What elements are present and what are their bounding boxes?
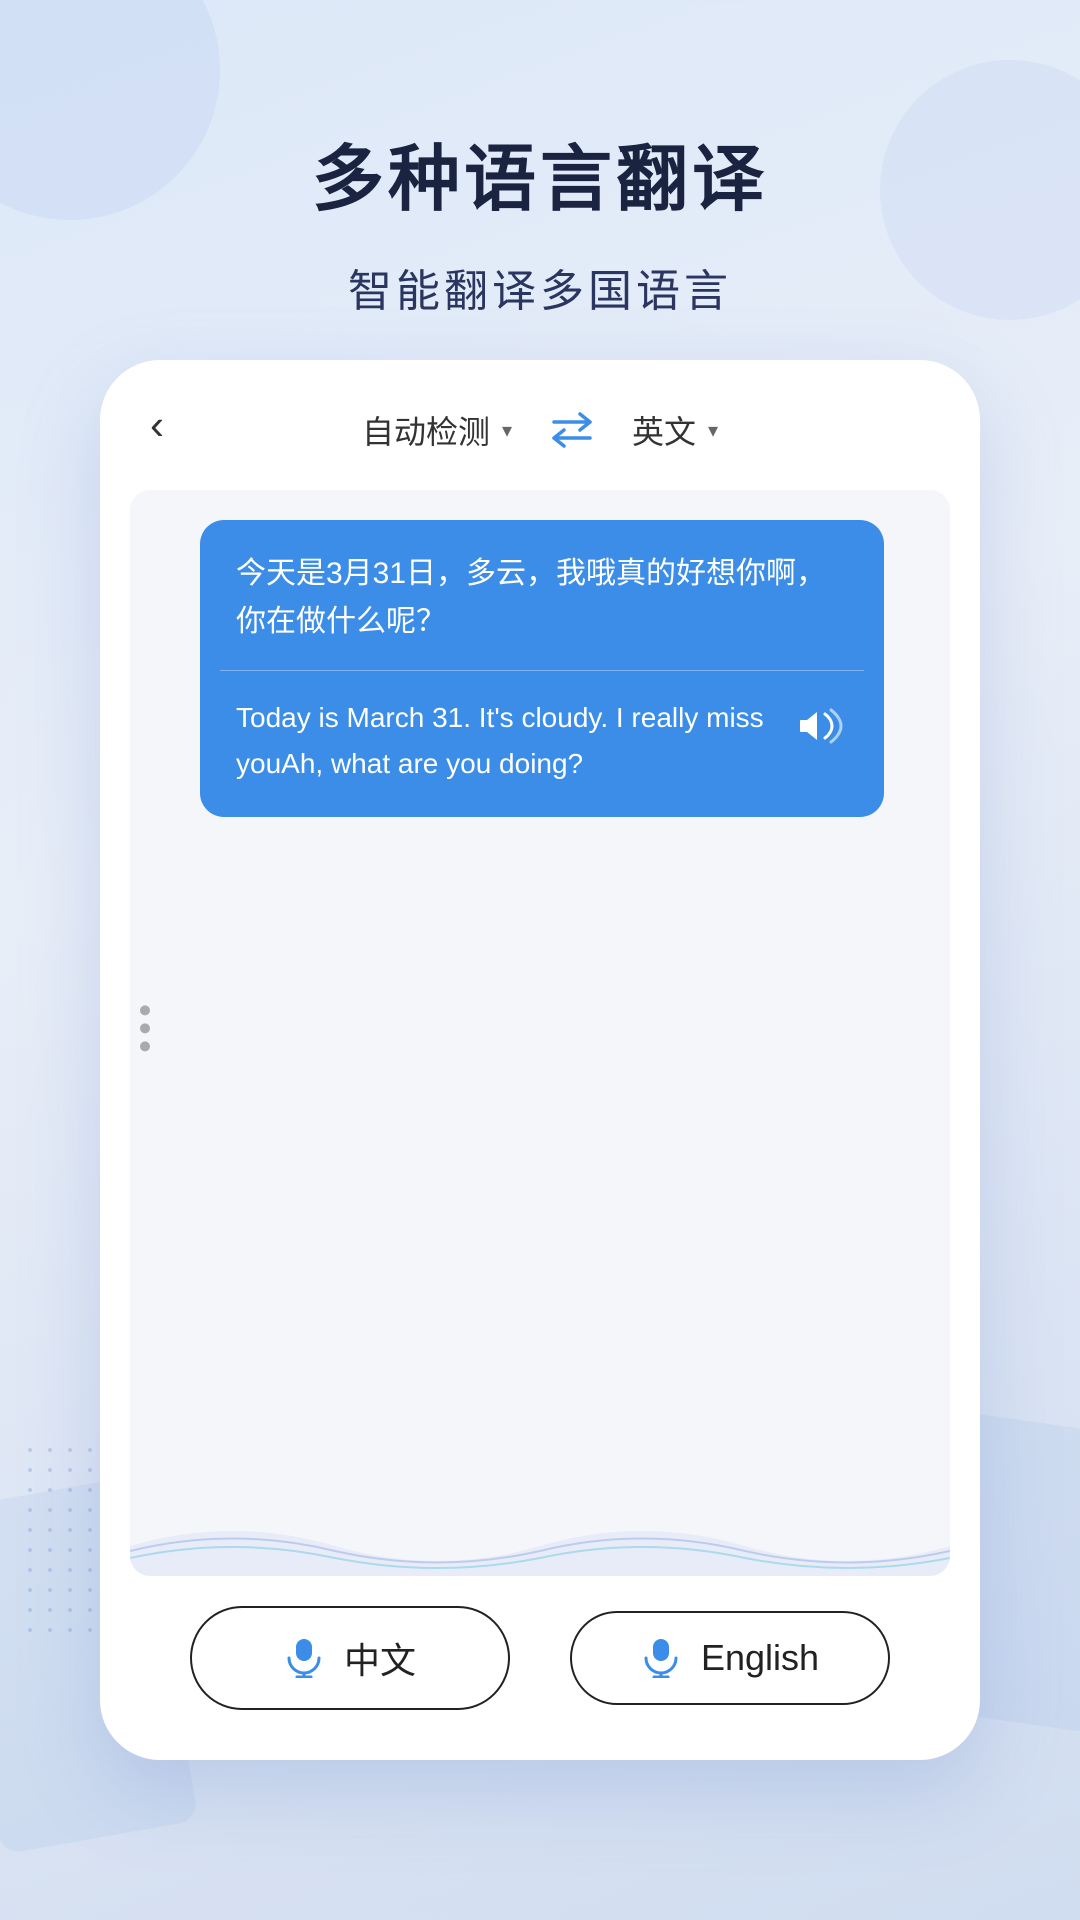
page-header: 多种语言翻译 智能翻译多国语言 (0, 0, 1080, 319)
three-dots-menu[interactable] (140, 1005, 150, 1051)
main-title: 多种语言翻译 (0, 120, 1080, 225)
target-lang-selector[interactable]: 英文 ▾ (632, 407, 718, 453)
chinese-mic-icon (284, 1638, 324, 1678)
target-lang-label: 英文 (632, 407, 696, 453)
back-button[interactable]: ‹ (140, 391, 174, 459)
dot-2 (140, 1023, 150, 1033)
speaker-button[interactable] (794, 699, 848, 753)
english-voice-button[interactable]: English (570, 1611, 890, 1705)
dot-1 (140, 1005, 150, 1015)
source-lang-label: 自动检测 (362, 407, 490, 453)
swap-button[interactable] (542, 400, 602, 460)
sub-title: 智能翻译多国语言 (0, 255, 1080, 319)
phone-mockup: ‹ 自动检测 ▾ 英文 ▾ 今天是3月31日，多云，我哦真的好想你啊，你在做什么… (100, 360, 980, 1760)
original-text: 今天是3月31日，多云，我哦真的好想你啊，你在做什么呢？ (200, 520, 884, 670)
translated-text: Today is March 31. It's cloudy. I really… (236, 695, 778, 787)
source-lang-dropdown-arrow: ▾ (502, 418, 512, 443)
bottom-buttons: 中文 English (100, 1576, 980, 1760)
message-bubble: 今天是3月31日，多云，我哦真的好想你啊，你在做什么呢？ Today is Ma… (200, 520, 884, 817)
translator-header: ‹ 自动检测 ▾ 英文 ▾ (100, 360, 980, 490)
chinese-voice-button[interactable]: 中文 (190, 1606, 510, 1710)
english-mic-icon (641, 1638, 681, 1678)
chat-area: 今天是3月31日，多云，我哦真的好想你啊，你在做什么呢？ Today is Ma… (130, 490, 950, 1576)
chinese-button-label: 中文 (344, 1632, 416, 1684)
target-lang-dropdown-arrow: ▾ (708, 418, 718, 443)
source-lang-selector[interactable]: 自动检测 ▾ (362, 407, 512, 453)
english-button-label: English (701, 1637, 819, 1679)
dot-3 (140, 1041, 150, 1051)
wave-decoration (130, 1496, 950, 1576)
translated-section: Today is March 31. It's cloudy. I really… (200, 671, 884, 817)
